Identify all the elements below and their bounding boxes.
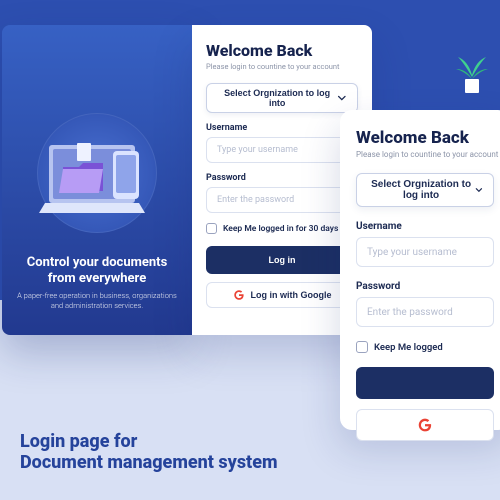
- caption-line-1: Login page for: [20, 432, 278, 453]
- page-title: Welcome Back: [356, 128, 494, 148]
- password-input[interactable]: [356, 297, 494, 327]
- chevron-down-icon: [337, 93, 347, 103]
- checkbox-icon[interactable]: [206, 223, 217, 234]
- showcase-caption: Login page for Document management syste…: [20, 432, 278, 473]
- caption-line-2: Document management system: [20, 453, 278, 474]
- org-select[interactable]: Select Orgnization to log into: [356, 173, 494, 207]
- remember-me-label: Keep Me logged: [374, 342, 443, 353]
- plant-illustration: [454, 55, 490, 99]
- page-subtitle: Please login to countine to your account: [206, 62, 358, 71]
- login-button[interactable]: Log in: [356, 367, 494, 399]
- username-label: Username: [206, 123, 358, 133]
- username-input[interactable]: [206, 137, 358, 163]
- login-button[interactable]: Log in: [206, 246, 358, 274]
- remember-me-label: Keep Me logged in for 30 days: [223, 224, 338, 234]
- remember-me-row[interactable]: Keep Me logged: [356, 341, 494, 353]
- remember-me-row[interactable]: Keep Me logged in for 30 days: [206, 223, 358, 234]
- google-login-label: Log in with Google: [251, 290, 332, 300]
- google-icon: [233, 289, 245, 301]
- hero-headline: Control your documents from everywhere: [16, 255, 178, 286]
- google-icon: [417, 417, 433, 433]
- org-select-label: Select Orgnization to log into: [367, 179, 475, 201]
- hero-panel: Control your documents from everywhere A…: [2, 25, 192, 335]
- hero-tagline: A paper-free operation in business, orga…: [16, 291, 178, 311]
- password-label: Password: [356, 281, 494, 292]
- password-input[interactable]: [206, 187, 358, 213]
- username-label: Username: [356, 221, 494, 232]
- page-subtitle: Please login to countine to your account: [356, 150, 494, 159]
- google-login-button[interactable]: Log in with Google: [356, 409, 494, 441]
- login-button-label: Log in: [269, 255, 296, 265]
- password-label: Password: [206, 173, 358, 183]
- chevron-down-icon: [475, 185, 483, 195]
- login-card-mobile: Welcome Back Please login to countine to…: [340, 110, 500, 430]
- google-login-button[interactable]: Log in with Google: [206, 282, 358, 308]
- devices-illustration: [37, 125, 157, 225]
- org-select[interactable]: Select Orgnization to log into: [206, 83, 358, 113]
- page-title: Welcome Back: [206, 41, 358, 60]
- checkbox-icon[interactable]: [356, 341, 368, 353]
- username-input[interactable]: [356, 237, 494, 267]
- org-select-label: Select Orgnization to log into: [217, 88, 337, 108]
